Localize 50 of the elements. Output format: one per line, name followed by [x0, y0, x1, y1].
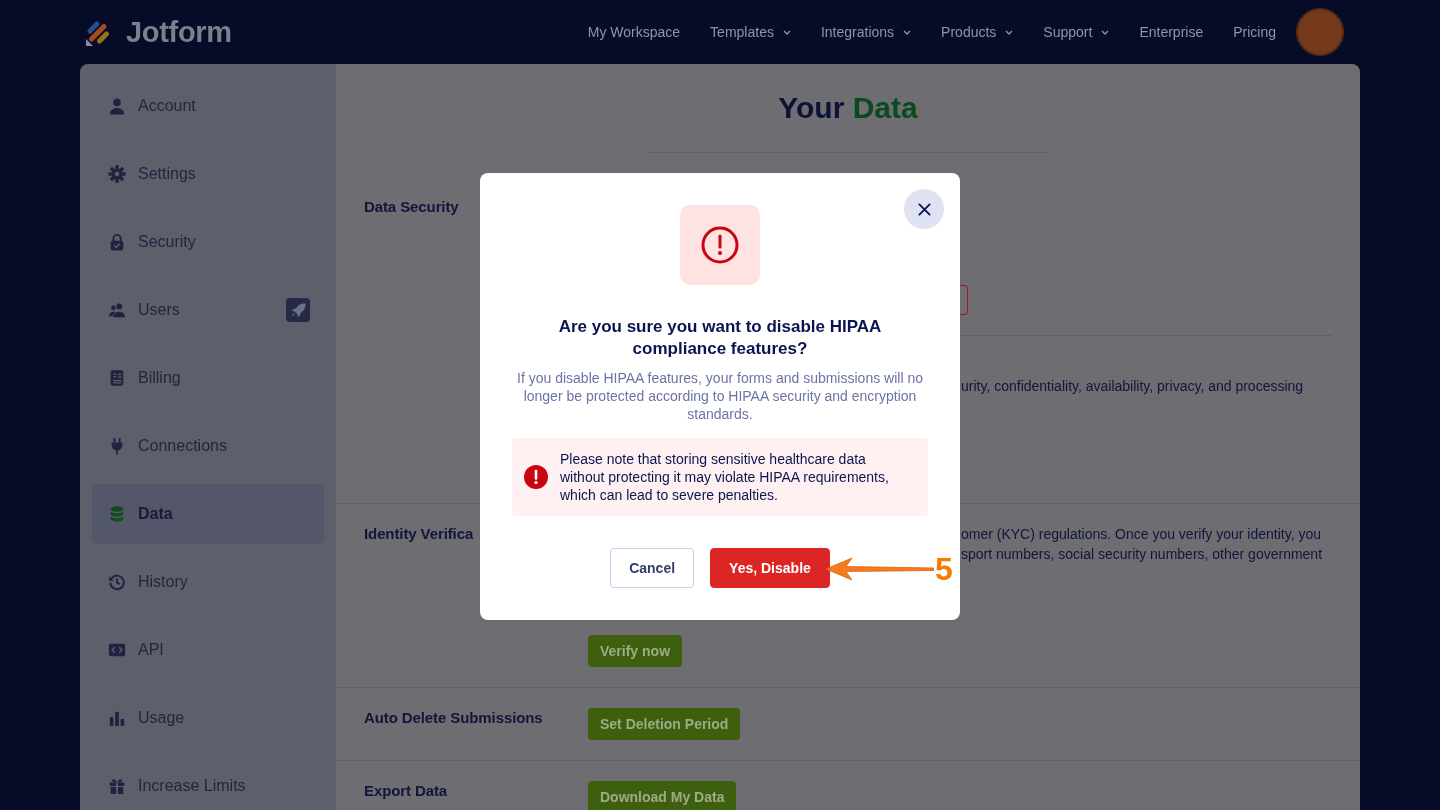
close-button[interactable] [904, 189, 944, 229]
nav-link[interactable]: Templates [710, 24, 791, 40]
close-icon [917, 202, 931, 216]
history-icon [108, 573, 126, 591]
section-label: Identity Verifica [364, 524, 474, 544]
description-text: urity, confidentiality, availability, privacy, and processing [961, 377, 1304, 396]
page-title: Your Data [778, 90, 918, 126]
action-button[interactable]: Download My Data [588, 781, 737, 810]
section-label: Export Data [364, 781, 448, 801]
warning-text: Please note that storing sensitive healthcare data without protecting it may violate HIPAA requirements, which can lead to severe penalties. [560, 450, 890, 504]
nav-link[interactable]: Products [941, 24, 1014, 40]
nav-link[interactable]: Pricing [1233, 24, 1276, 40]
cancel-button[interactable]: Cancel [610, 548, 695, 588]
disable-button[interactable]: Yes, Disable [710, 548, 830, 588]
sidebar-item[interactable]: Usage [92, 688, 324, 748]
dialog-message: If you disable HIPAA features, your forms and submissions will no longer be protected according to HIPAA security and encryption standards. [516, 369, 924, 423]
sidebar-item[interactable]: Billing [92, 348, 324, 408]
sidebar-item[interactable]: API [92, 620, 324, 680]
exclamation-circle-icon [524, 465, 548, 489]
sidebar-item[interactable]: Data [92, 484, 324, 544]
description-text: omer (KYC) regulations. Once you verify your identity, you sport numbers, social security numbers, other government [961, 525, 1323, 564]
brand-name: Jotform [126, 15, 232, 49]
sidebar-item[interactable]: History [92, 552, 324, 612]
lock-icon [108, 233, 126, 251]
person-icon [108, 97, 126, 115]
gift-icon [108, 777, 126, 795]
dialog-title: Are you sure you want to disable HIPAA compliance features? [557, 316, 883, 360]
sidebar-item[interactable]: Settings [92, 144, 324, 204]
exclamation-tile-icon [680, 205, 760, 285]
step-number: 5 [935, 553, 953, 585]
invoice-icon [108, 369, 126, 387]
section-label: Data Security [364, 197, 459, 217]
sidebar-item[interactable]: Security [92, 212, 324, 272]
code-icon [108, 641, 126, 659]
bar-chart-icon [108, 709, 126, 727]
nav-link[interactable]: Enterprise [1139, 24, 1204, 40]
nav-link[interactable]: Support [1043, 24, 1110, 40]
nav-link[interactable]: My Workspace [587, 24, 681, 40]
avatar-icon[interactable] [1296, 8, 1344, 56]
action-button[interactable]: Set Deletion Period [588, 708, 741, 740]
nav-link[interactable]: Integrations [820, 24, 912, 40]
sidebar-item[interactable]: Users [92, 280, 324, 340]
sidebar-item[interactable]: Account [92, 76, 324, 136]
sidebar-item[interactable]: Increase Limits [92, 756, 324, 810]
action-button[interactable]: Verify now [588, 635, 683, 667]
sidebar-item[interactable]: Connections [92, 416, 324, 476]
gear-icon [108, 165, 126, 183]
database-icon [108, 505, 126, 523]
section-label: Auto Delete Submissions [364, 708, 543, 728]
users-icon [108, 301, 126, 319]
